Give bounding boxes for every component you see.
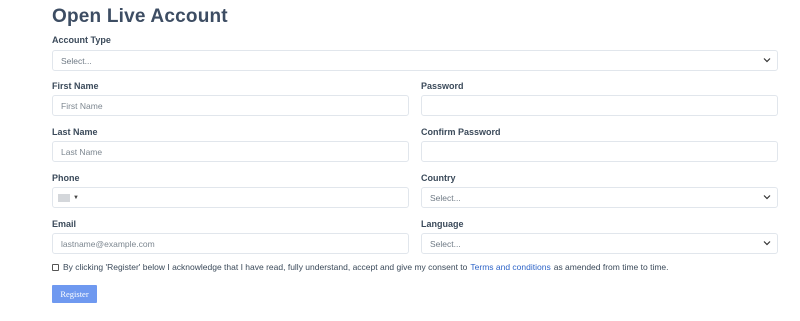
confirm-password-input[interactable] xyxy=(421,141,778,162)
country-select[interactable]: Select... xyxy=(421,187,778,208)
language-value: Select... xyxy=(430,238,461,249)
phone-input[interactable]: ▼ xyxy=(52,187,409,208)
confirm-password-label: Confirm Password xyxy=(421,127,501,137)
chevron-down-icon xyxy=(763,56,771,64)
flag-icon[interactable] xyxy=(58,193,70,202)
consent-row: By clicking 'Register' below I acknowled… xyxy=(52,262,669,272)
country-label: Country xyxy=(421,173,456,183)
first-name-input[interactable]: First Name xyxy=(52,95,409,116)
register-button[interactable]: Register xyxy=(52,285,97,303)
password-input[interactable] xyxy=(421,95,778,116)
last-name-input[interactable]: Last Name xyxy=(52,141,409,162)
language-label: Language xyxy=(421,219,464,229)
consent-text-after: as amended from time to time. xyxy=(553,262,669,272)
phone-label: Phone xyxy=(52,173,80,183)
email-label: Email xyxy=(52,219,77,229)
chevron-down-icon xyxy=(763,193,771,201)
chevron-down-icon xyxy=(763,239,771,247)
country-value: Select... xyxy=(430,192,461,203)
caret-down-icon[interactable]: ▼ xyxy=(73,195,79,201)
email-placeholder: lastname@example.com xyxy=(61,238,155,249)
first-name-placeholder: First Name xyxy=(61,100,103,111)
language-select[interactable]: Select... xyxy=(421,233,778,254)
last-name-label: Last Name xyxy=(52,127,98,137)
page-title: Open Live Account xyxy=(52,6,228,27)
consent-checkbox[interactable] xyxy=(52,263,59,271)
first-name-label: First Name xyxy=(52,81,99,91)
account-type-select[interactable]: Select... xyxy=(52,50,778,71)
account-type-label: Account Type xyxy=(52,35,111,45)
password-label: Password xyxy=(421,81,464,91)
account-type-value: Select... xyxy=(61,55,92,66)
terms-link[interactable]: Terms and conditions xyxy=(470,262,550,272)
email-input[interactable]: lastname@example.com xyxy=(52,233,409,254)
last-name-placeholder: Last Name xyxy=(61,146,103,157)
consent-text-before: By clicking 'Register' below I acknowled… xyxy=(63,262,468,272)
open-account-page: Open Live Account Account Type Select...… xyxy=(0,0,800,321)
